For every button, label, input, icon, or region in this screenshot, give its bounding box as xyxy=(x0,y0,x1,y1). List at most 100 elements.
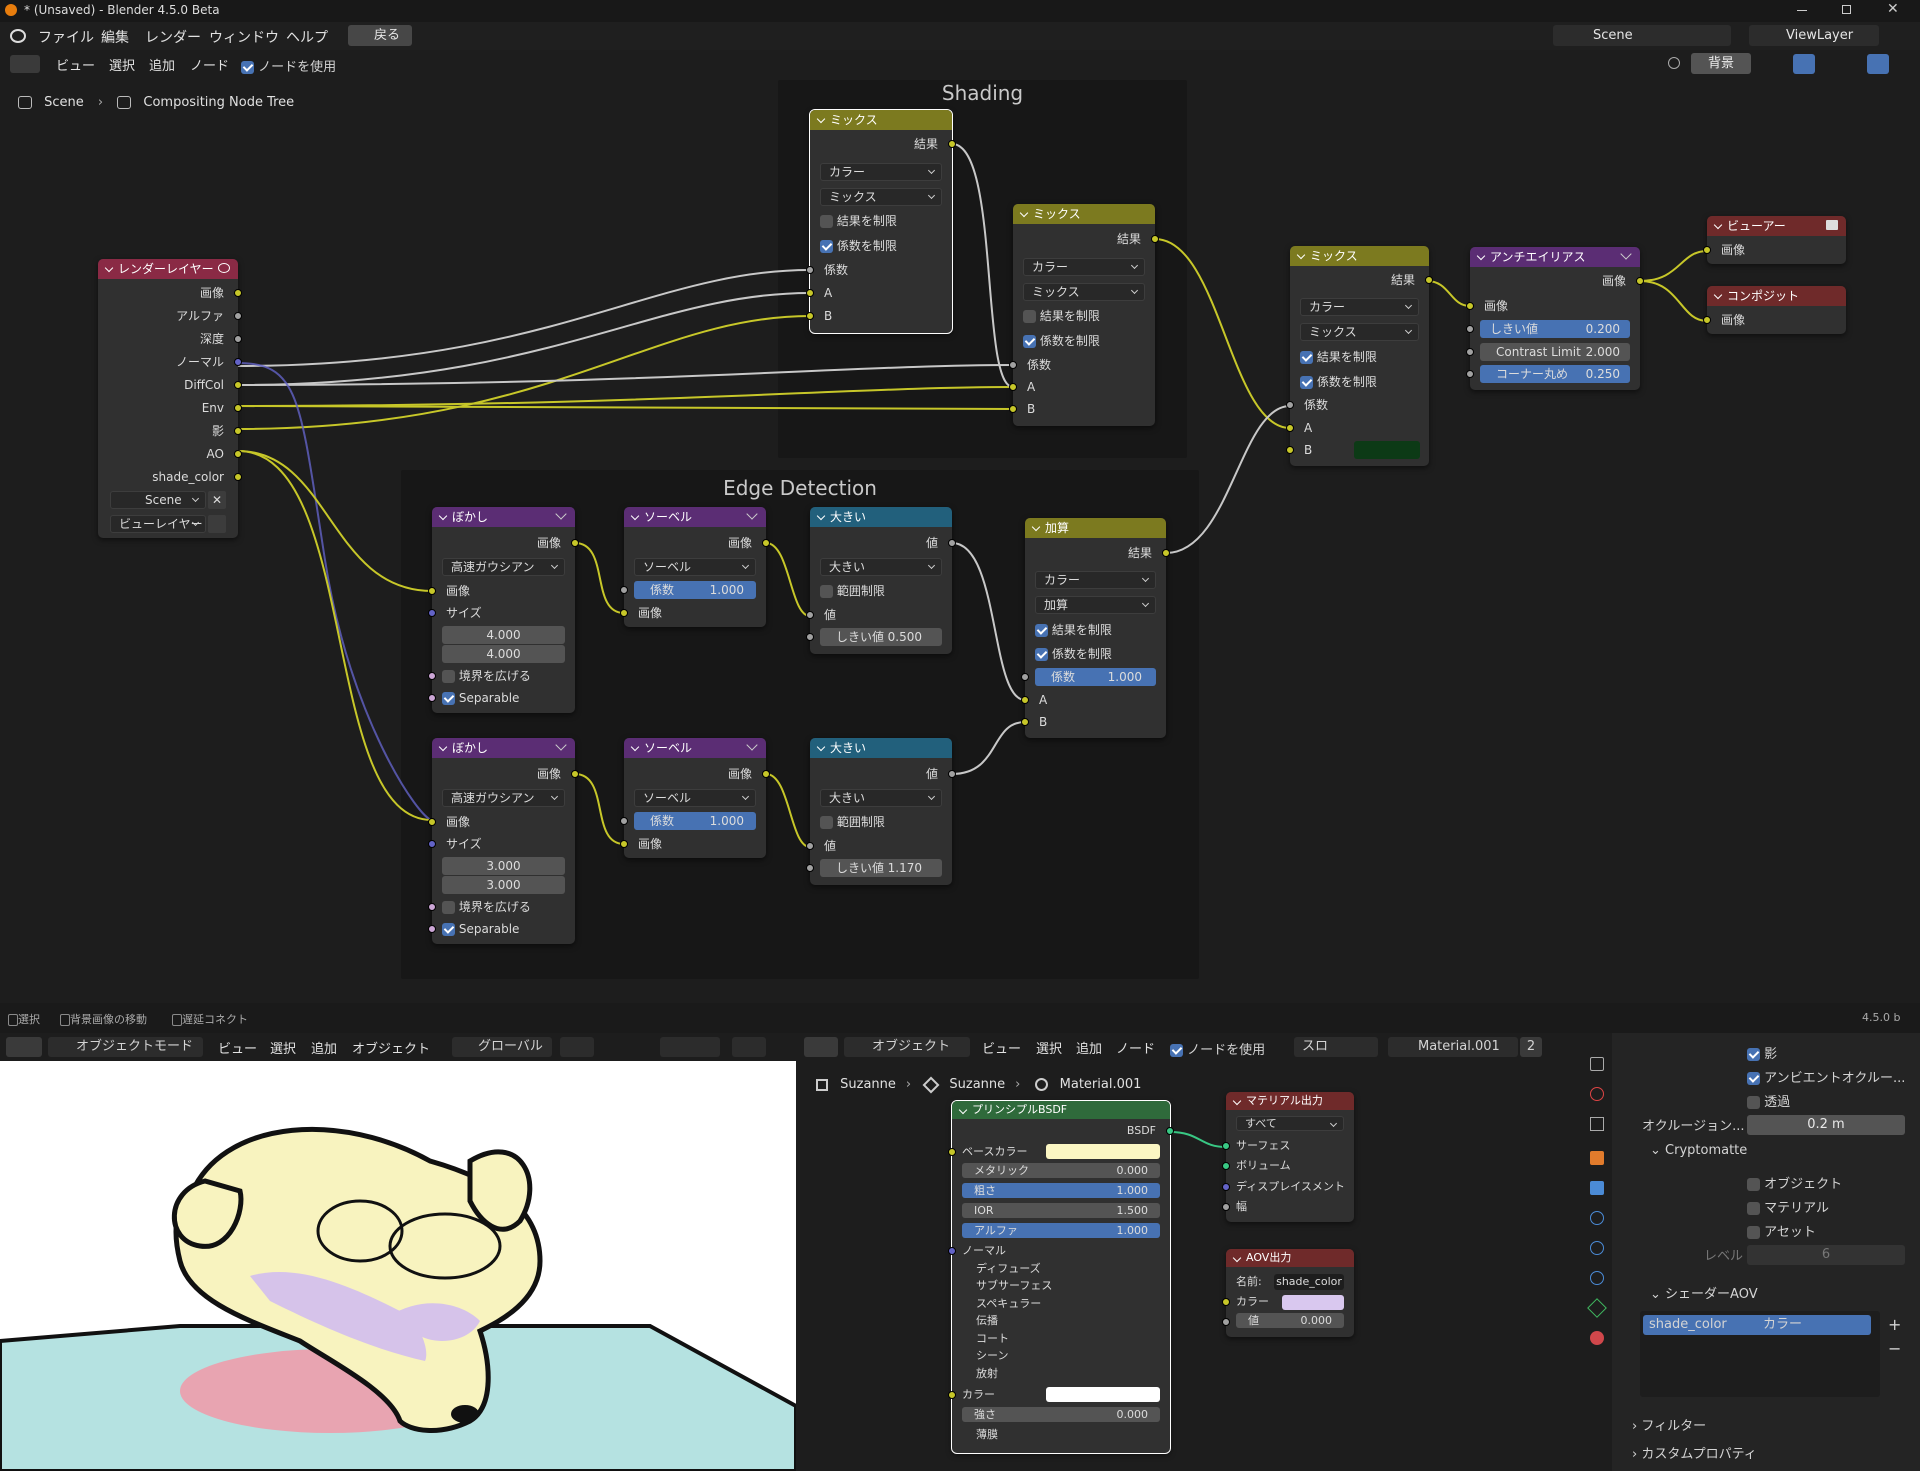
node-header[interactable]: ミックス xyxy=(1290,246,1429,266)
socket[interactable] xyxy=(762,770,770,778)
socket[interactable] xyxy=(1151,235,1159,243)
minimize-icon[interactable] xyxy=(1797,10,1807,11)
filter-type-select[interactable]: 高速ガウシアン xyxy=(442,558,565,576)
operation-select[interactable]: 大きい xyxy=(820,789,942,807)
collection-tab-icon[interactable] xyxy=(1590,1117,1604,1131)
crypto-object-checkbox[interactable]: オブジェクト xyxy=(1747,1173,1842,1192)
node-sobel-1[interactable]: ソーベル 画像 ソーベル 係数 1.000 画像 xyxy=(620,507,770,627)
socket[interactable] xyxy=(948,539,956,547)
filter-panel[interactable]: › フィルター xyxy=(1632,1415,1706,1434)
corner-rounding-field[interactable]: コーナー丸め 0.250 xyxy=(1480,365,1630,383)
comp-menu-view[interactable]: ビュー xyxy=(56,55,95,74)
socket[interactable] xyxy=(234,427,242,435)
size-x-field[interactable]: 3.000 xyxy=(442,857,565,875)
node-composite[interactable]: コンポジット 画像 xyxy=(1703,286,1846,334)
viewport-menu-add[interactable]: 追加 xyxy=(311,1038,337,1057)
socket[interactable] xyxy=(1009,405,1017,413)
slot-select[interactable]: スロ xyxy=(1294,1037,1378,1057)
socket[interactable] xyxy=(1021,673,1029,681)
visibility-icon[interactable] xyxy=(732,1037,766,1057)
aov-value-field[interactable]: 値 0.000 xyxy=(1236,1313,1344,1328)
node-header[interactable]: ぼかし xyxy=(432,507,575,527)
node-header[interactable]: コンポジット xyxy=(1707,286,1846,306)
maximize-icon[interactable] xyxy=(1842,5,1851,14)
socket[interactable] xyxy=(948,1391,956,1399)
socket[interactable] xyxy=(948,1148,956,1156)
crypto-asset-checkbox[interactable]: アセット xyxy=(1747,1221,1816,1240)
shader-menu-node[interactable]: ノード xyxy=(1116,1038,1155,1057)
panel-transmission[interactable]: 伝播 xyxy=(976,1312,1160,1330)
node-header[interactable]: ソーベル xyxy=(624,507,766,527)
shader-menu-view[interactable]: ビュー xyxy=(982,1038,1021,1057)
clamp-result-checkbox[interactable]: 結果を制限 xyxy=(1300,348,1419,366)
custom-properties-panel[interactable]: › カスタムプロパティ xyxy=(1632,1443,1757,1462)
shader-menu-add[interactable]: 追加 xyxy=(1076,1038,1102,1057)
comp-menu-node[interactable]: ノード xyxy=(190,55,229,74)
socket[interactable] xyxy=(428,609,436,617)
factor-field[interactable]: 係数 1.000 xyxy=(634,581,756,599)
user-count[interactable]: 2 xyxy=(1520,1037,1542,1057)
shader-mode-select[interactable]: オブジェクト xyxy=(844,1037,970,1057)
comp-menu-add[interactable]: 追加 xyxy=(149,55,175,74)
panel-diffuse[interactable]: ディフューズ xyxy=(976,1260,1160,1278)
socket[interactable] xyxy=(428,903,436,911)
socket[interactable] xyxy=(428,672,436,680)
node-header[interactable]: ビューアー xyxy=(1707,216,1846,236)
editor-type-icon[interactable] xyxy=(6,1037,42,1057)
socket[interactable] xyxy=(1009,383,1017,391)
socket[interactable] xyxy=(620,609,628,617)
view-layer-field[interactable]: ビューレイヤー xyxy=(110,515,206,533)
menu-file[interactable]: ファイル xyxy=(38,27,94,47)
node-greater-1[interactable]: 大きい 値 大きい 範囲制限 値 しきい値 0.500 xyxy=(806,507,956,654)
render-tab-icon[interactable] xyxy=(1590,1057,1604,1071)
shader-aov-panel[interactable]: ⌄ シェーダーAOV xyxy=(1650,1283,1758,1302)
data-type-select[interactable]: カラー xyxy=(1035,571,1156,589)
size-y-field[interactable]: 4.000 xyxy=(442,645,565,663)
socket[interactable] xyxy=(948,770,956,778)
clamp-result-checkbox[interactable]: 結果を制限 xyxy=(1035,621,1156,639)
size-y-field[interactable]: 3.000 xyxy=(442,876,565,894)
socket[interactable] xyxy=(428,818,436,826)
viewport-menu-select[interactable]: 選択 xyxy=(270,1038,296,1057)
overlay-icon[interactable] xyxy=(1867,54,1889,74)
socket[interactable] xyxy=(234,473,242,481)
close-icon[interactable]: ✕ xyxy=(1887,1,1899,17)
node-header[interactable]: AOV出力 xyxy=(1226,1249,1354,1267)
socket[interactable] xyxy=(806,312,814,320)
socket[interactable] xyxy=(948,1247,956,1255)
data-type-select[interactable]: カラー xyxy=(820,163,942,181)
node-principled-bsdf[interactable]: プリンシプルBSDF BSDF ベースカラー メタリック 0.000 粗さ 1.00… xyxy=(948,1100,1174,1454)
node-add[interactable]: 加算 結果 カラー 加算 結果を制限 係数を制限 係数 1.000 A B xyxy=(1021,518,1170,738)
node-header[interactable]: プリンシプルBSDF xyxy=(952,1101,1170,1119)
socket[interactable] xyxy=(1466,302,1474,310)
material-tab-icon[interactable] xyxy=(1590,1331,1604,1345)
socket[interactable] xyxy=(1466,370,1474,378)
socket[interactable] xyxy=(428,694,436,702)
roughness-field[interactable]: 粗さ 1.000 xyxy=(962,1183,1160,1198)
socket[interactable] xyxy=(806,864,814,872)
emission-color-swatch[interactable] xyxy=(1046,1387,1160,1402)
node-mix-3[interactable]: ミックス 結果 カラー ミックス 結果を制限 係数を制限 係数 A B xyxy=(1286,246,1433,466)
socket[interactable] xyxy=(1222,1318,1230,1326)
socket[interactable] xyxy=(428,840,436,848)
filter-type-select[interactable]: ソーベル xyxy=(634,558,756,576)
eye-icon[interactable] xyxy=(218,263,230,273)
socket[interactable] xyxy=(428,587,436,595)
panel-coat[interactable]: コート xyxy=(976,1330,1160,1348)
breadcrumb-scene[interactable]: Scene xyxy=(44,95,84,110)
chevron-down-icon[interactable] xyxy=(746,508,758,520)
aov-color-swatch[interactable] xyxy=(1282,1295,1344,1310)
node-header[interactable]: ミックス xyxy=(1013,204,1155,224)
socket[interactable] xyxy=(234,381,242,389)
socket[interactable] xyxy=(234,404,242,412)
socket[interactable] xyxy=(1466,325,1474,333)
socket[interactable] xyxy=(1466,348,1474,356)
socket[interactable] xyxy=(620,840,628,848)
threshold-field[interactable]: しきい値 0.500 xyxy=(820,628,942,646)
node-header[interactable]: 大きい xyxy=(810,738,952,758)
node-header[interactable]: ソーベル xyxy=(624,738,766,758)
clamp-factor-checkbox[interactable]: 係数を制限 xyxy=(1035,645,1156,663)
socket[interactable] xyxy=(1286,446,1294,454)
socket[interactable] xyxy=(1009,361,1017,369)
panel-sheen[interactable]: シーン xyxy=(976,1347,1160,1365)
